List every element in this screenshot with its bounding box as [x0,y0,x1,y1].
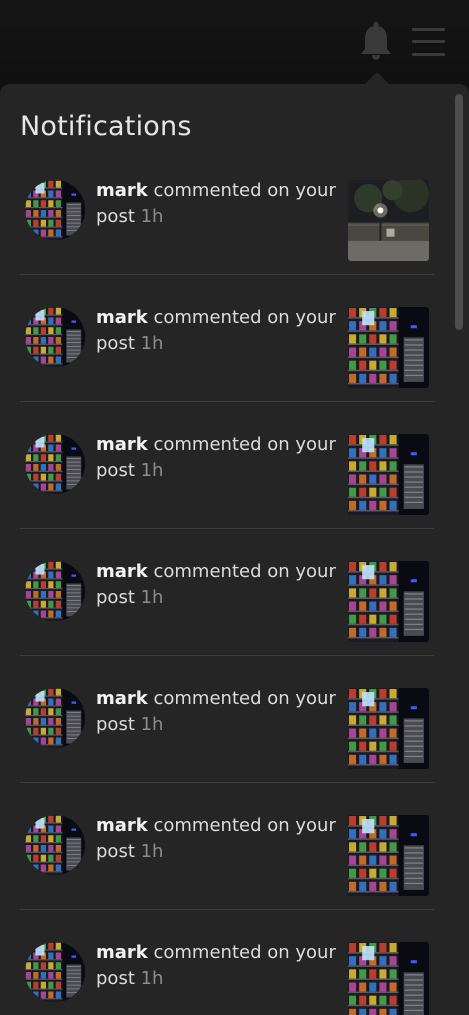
post-thumbnail[interactable] [348,942,429,1015]
notification-item[interactable]: mark commented on your post 1h [0,803,436,929]
divider [20,274,434,275]
notification-text: mark commented on your post 1h [96,559,336,611]
notification-time: 1h [140,968,164,989]
avatar[interactable] [25,688,85,748]
notification-item[interactable]: mark commented on your post 1h [0,676,436,802]
notification-time: 1h [140,460,164,481]
divider [20,401,434,402]
hamburger-menu-icon[interactable] [412,26,446,58]
post-thumbnail[interactable] [348,561,429,642]
divider [20,528,434,529]
post-thumbnail[interactable] [348,434,429,515]
notifications-panel: Notifications mark commented on your pos… [0,84,469,1015]
notification-text: mark commented on your post 1h [96,305,336,357]
divider [20,655,434,656]
divider [20,782,434,783]
post-thumbnail[interactable] [348,815,429,896]
notification-user[interactable]: mark [96,561,148,582]
avatar[interactable] [25,307,85,367]
notification-text: mark commented on your post 1h [96,813,336,865]
divider [20,909,434,910]
menu-line [412,53,445,56]
notification-text: mark commented on your post 1h [96,178,336,230]
notification-time: 1h [140,841,164,862]
panel-title: Notifications [20,111,192,142]
avatar[interactable] [25,561,85,621]
scrollbar-thumb[interactable] [455,94,463,330]
avatar[interactable] [25,434,85,494]
notification-user[interactable]: mark [96,434,148,455]
avatar[interactable] [25,942,85,1002]
dropdown-caret [365,72,389,84]
post-thumbnail[interactable] [348,307,429,388]
notification-text: mark commented on your post 1h [96,940,336,992]
notification-user[interactable]: mark [96,688,148,709]
notification-item[interactable]: mark commented on your post 1h [0,549,436,675]
notification-item[interactable]: mark commented on your post 1h [0,295,436,421]
notification-time: 1h [140,333,164,354]
notification-time: 1h [140,206,164,227]
top-bar [0,0,469,84]
menu-line [412,28,445,31]
notification-time: 1h [140,587,164,608]
notification-time: 1h [140,714,164,735]
notification-item[interactable]: mark commented on your post 1h [0,930,436,1015]
post-thumbnail[interactable] [348,688,429,769]
notification-item[interactable]: mark commented on your post 1h [0,168,436,294]
avatar[interactable] [25,180,85,240]
avatar[interactable] [25,815,85,875]
notification-text: mark commented on your post 1h [96,686,336,738]
bell-icon[interactable] [360,22,392,62]
post-thumbnail[interactable] [348,180,429,261]
notification-user[interactable]: mark [96,180,148,201]
menu-line [412,40,445,43]
notification-text: mark commented on your post 1h [96,432,336,484]
notification-user[interactable]: mark [96,307,148,328]
notification-item[interactable]: mark commented on your post 1h [0,422,436,548]
notification-user[interactable]: mark [96,942,148,963]
notification-user[interactable]: mark [96,815,148,836]
